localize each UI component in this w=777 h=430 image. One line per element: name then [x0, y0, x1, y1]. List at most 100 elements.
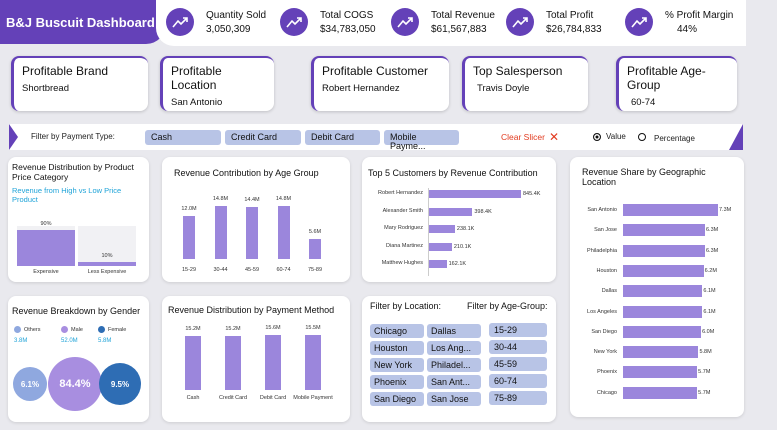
data-label: 6.3M [705, 247, 719, 254]
radio-percentage-label: Percentage [654, 134, 695, 143]
location-san-diego[interactable]: San Diego [370, 392, 424, 406]
data-label: 90% [40, 221, 52, 227]
data-label: 6.1M [703, 288, 716, 295]
payment-method-chart: 15.2M Cash 15.2M Credit Card 15.6M Debit Card… [162, 322, 350, 422]
data-label: 14.4M [244, 197, 260, 204]
radio-percentage[interactable] [638, 133, 646, 141]
location-philadelphia[interactable]: Philadel... [427, 358, 481, 372]
location-age-filter-card: Filter by Location: Filter by Age-Group:… [362, 296, 556, 422]
kpi-total-cogs: Total COGS $34,783,050 [280, 4, 376, 40]
age-option-75-89[interactable]: 75-89 [489, 391, 547, 405]
tick-label: San Antonio [587, 207, 617, 213]
payment-option-credit-card[interactable]: Credit Card [225, 130, 301, 145]
tick-label: 15-29 [181, 267, 197, 273]
location-new-york[interactable]: New York [370, 358, 424, 372]
card-title: Top Salesperson [473, 64, 563, 78]
card-title: Profitable Age-Group [627, 64, 706, 92]
age-group-card: Revenue Contribution by Age Group 12.0M 1… [162, 157, 350, 282]
tick-label: San Diego [591, 328, 617, 335]
bar [623, 264, 704, 277]
data-label: 5.7M [698, 369, 711, 376]
data-label: 6.3M [705, 227, 719, 234]
geographic-card: Revenue Share by Geographic Location San… [570, 157, 744, 417]
tick-label: Philadelphia [587, 247, 617, 254]
bar [429, 207, 473, 216]
bar [309, 238, 321, 259]
data-label: 210.1K [453, 243, 472, 250]
data-label: 398.4K [474, 208, 492, 215]
chart-title: Top 5 Customers by Revenue Contribution [368, 168, 538, 178]
bubble-label: 9.5% [110, 379, 130, 389]
geographic-chart: San Antonio 7.3M San Jose 6.3M Philadelphia 6… [570, 197, 744, 412]
data-label: 6.1M [703, 308, 716, 315]
payment-method-card: Revenue Distribution by Payment Method 1… [162, 296, 350, 422]
location-chicago[interactable]: Chicago [370, 324, 424, 338]
payment-option-debit-card[interactable]: Debit Card [305, 130, 380, 145]
tick-label: Robert Hernandez [378, 190, 423, 196]
bar [78, 262, 136, 266]
bar [214, 206, 227, 259]
location-los-angeles[interactable]: Los Ang... [427, 341, 481, 355]
chart-title: Revenue Distribution by Product Price Ca… [12, 162, 134, 182]
bar [277, 206, 290, 259]
tick-label: Expensive [33, 269, 59, 275]
card-title: Profitable Location [171, 64, 222, 92]
age-option-60-74[interactable]: 60-74 [489, 374, 547, 388]
data-label: 12.0M [181, 206, 197, 213]
location-houston[interactable]: Houston [370, 341, 424, 355]
data-label: 14.8M [212, 196, 229, 202]
kpi-label: Quantity Sold [206, 9, 267, 21]
tick-label: Los Angeles [587, 308, 617, 315]
bar [429, 225, 455, 233]
bar [623, 204, 718, 216]
payment-option-mobile[interactable]: Mobile Payme... [384, 130, 459, 151]
tick-label: 60-74 [276, 267, 291, 273]
clear-slicer-button[interactable]: Clear Slicer ✕ [501, 130, 559, 144]
bar-background [78, 226, 136, 266]
legend-label: Female [108, 327, 127, 333]
radio-value[interactable] [593, 133, 601, 141]
legend-label: Others [24, 327, 41, 333]
bubble-label: 84.4% [59, 378, 91, 390]
value-label: 5.8M [98, 338, 112, 344]
age-option-30-44[interactable]: 30-44 [489, 340, 547, 354]
data-label: 6.0M [702, 328, 715, 335]
payment-option-cash[interactable]: Cash [145, 130, 221, 145]
kpi-value: $61,567,883 [431, 23, 487, 35]
location-dallas[interactable]: Dallas [427, 324, 481, 338]
kpi-label: Total Revenue [431, 9, 495, 21]
bar [225, 336, 241, 390]
price-category-card: Revenue Distribution by Product Price Ca… [8, 157, 149, 282]
location-san-jose[interactable]: San Jose [427, 392, 481, 406]
data-label: 5.7M [698, 389, 711, 396]
legend-swatch [61, 326, 68, 333]
chart-subtitle: Revenue from High vs Low Price Product [12, 186, 122, 204]
card-title: Profitable Customer [322, 64, 429, 78]
close-icon: ✕ [548, 130, 559, 144]
trend-up-icon [625, 8, 653, 36]
chart-title: Revenue Share by Geographic Location [582, 167, 706, 187]
bar [265, 335, 281, 390]
filter-bar-accent [9, 124, 18, 150]
bar [429, 190, 521, 198]
data-label: 238.1K [456, 226, 475, 232]
bar [183, 216, 195, 259]
profitable-customer-card: Profitable Customer Robert Hernandez [311, 56, 449, 111]
tick-label: Phoenix [597, 369, 617, 376]
clear-slicer-label: Clear Slicer [501, 132, 545, 142]
tick-label: Mary Rodriguez [384, 225, 423, 231]
trend-up-icon [391, 8, 419, 36]
location-san-antonio[interactable]: San Ant... [427, 375, 481, 389]
location-phoenix[interactable]: Phoenix [370, 375, 424, 389]
bar [305, 335, 321, 390]
tick-label: Mobile Payment [293, 395, 333, 401]
chart-title: Revenue Contribution by Age Group [174, 168, 319, 178]
tick-label: Cash [186, 395, 200, 401]
age-option-45-59[interactable]: 45-59 [489, 357, 547, 371]
tick-label: Diana Martinez [386, 242, 423, 249]
price-category-chart: 90% Expensive 10% Less Expensive [8, 209, 149, 282]
age-option-15-29[interactable]: 15-29 [489, 323, 547, 337]
data-label: 14.8M [275, 196, 292, 202]
bar [246, 207, 258, 259]
kpi-quantity-sold: Quantity Sold 3,050,309 [166, 4, 266, 40]
